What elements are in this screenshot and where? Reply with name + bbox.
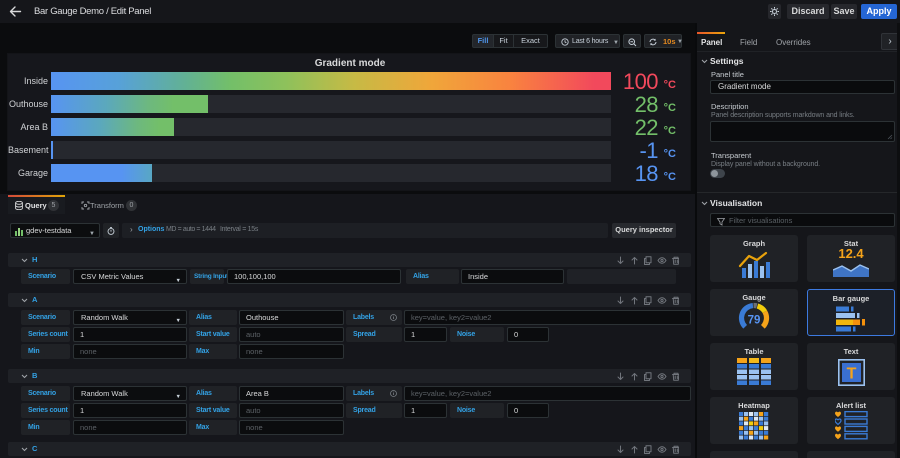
svg-text:T: T bbox=[847, 366, 857, 383]
svg-text:79: 79 bbox=[748, 315, 761, 327]
